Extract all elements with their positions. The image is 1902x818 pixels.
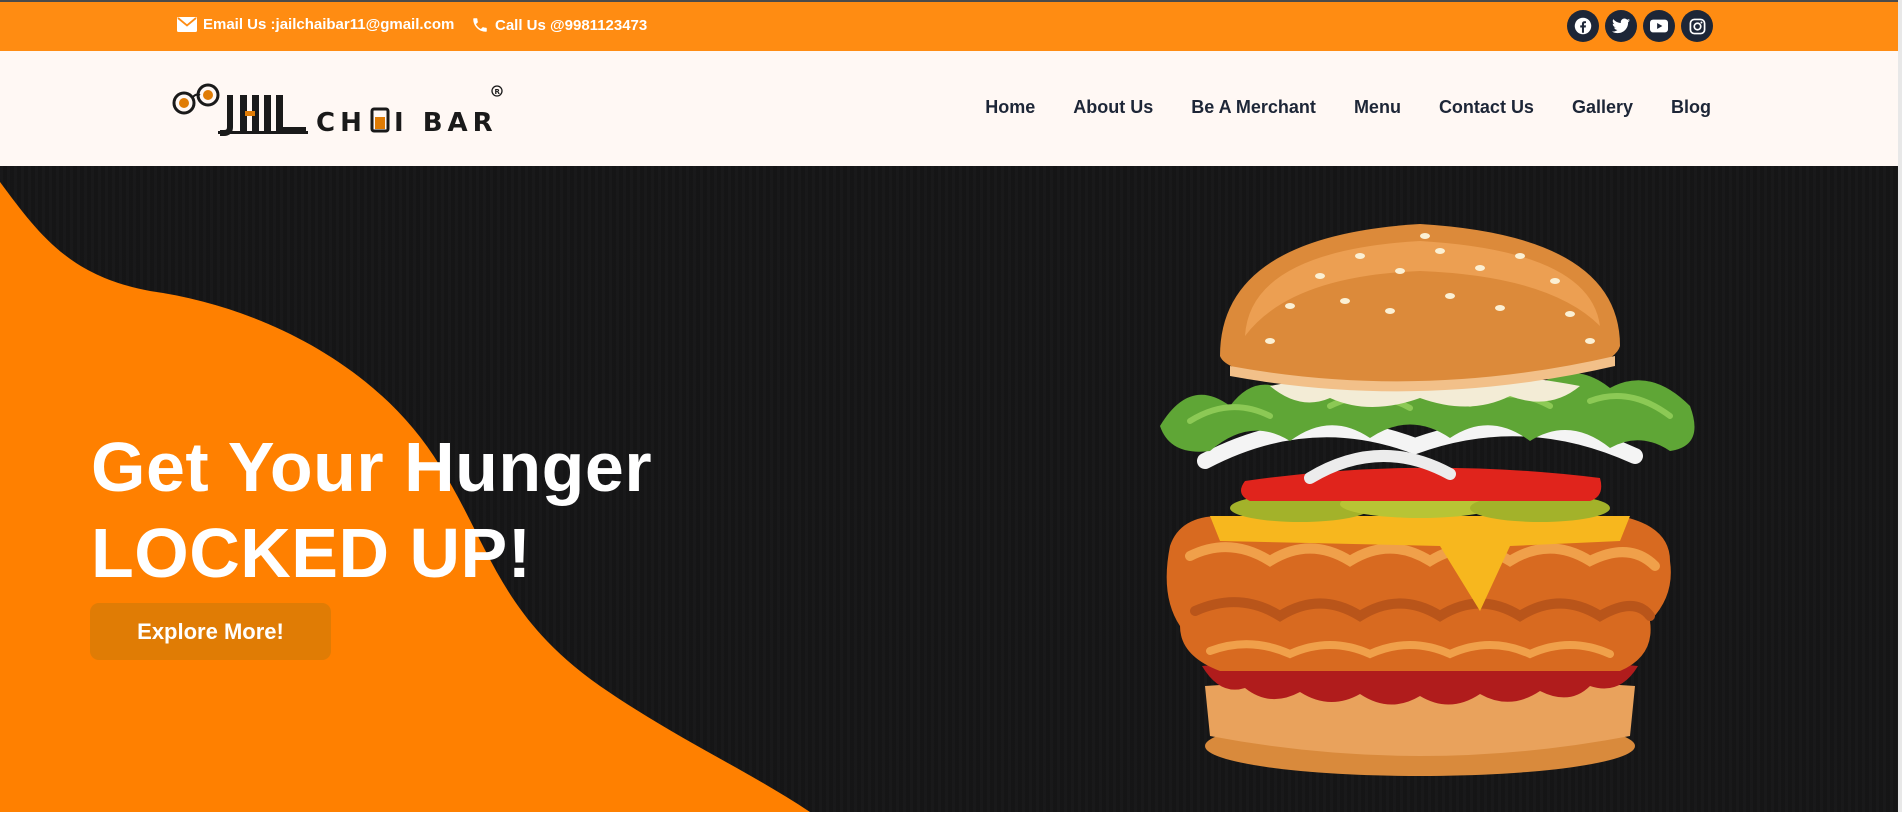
nav-contact-us[interactable]: Contact Us — [1439, 97, 1534, 118]
social-links — [1567, 10, 1713, 42]
instagram-icon — [1689, 18, 1705, 34]
jail-chai-bar-logo: CH I BAR R — [172, 83, 503, 138]
nav-about-us[interactable]: About Us — [1073, 97, 1153, 118]
top-bar: Email Us :jailchaibar11@gmail.com Call U… — [0, 0, 1902, 51]
phone-icon — [473, 18, 487, 32]
email-contact[interactable]: Email Us :jailchaibar11@gmail.com — [177, 16, 454, 33]
svg-text:R: R — [495, 88, 501, 96]
twitter-link[interactable] — [1605, 10, 1637, 42]
burger-image — [1160, 224, 1695, 776]
nav-blog[interactable]: Blog — [1671, 97, 1711, 118]
facebook-icon — [1574, 17, 1592, 35]
explore-more-button[interactable]: Explore More! — [90, 603, 331, 660]
nav-be-a-merchant[interactable]: Be A Merchant — [1191, 97, 1316, 118]
phone-text: Call Us @9981123473 — [495, 16, 648, 34]
page-scrollbar[interactable] — [1898, 0, 1902, 812]
email-text: Email Us :jailchaibar11@gmail.com — [203, 16, 455, 33]
facebook-link[interactable] — [1567, 10, 1599, 42]
main-nav: Home About Us Be A Merchant Menu Contact… — [985, 97, 1711, 118]
site-header: CH I BAR R Home About Us Be A Merchant M… — [0, 51, 1902, 166]
youtube-icon — [1650, 19, 1668, 33]
brand-logo[interactable]: CH I BAR R — [170, 81, 506, 138]
hero-banner: Get Your Hunger LOCKED UP! Explore More! — [0, 166, 1902, 812]
twitter-icon — [1612, 18, 1630, 34]
nav-menu[interactable]: Menu — [1354, 97, 1401, 118]
svg-text:CH: CH — [316, 108, 367, 137]
nav-home[interactable]: Home — [985, 97, 1035, 118]
nav-gallery[interactable]: Gallery — [1572, 97, 1633, 118]
instagram-link[interactable] — [1681, 10, 1713, 42]
page: Email Us :jailchaibar11@gmail.com Call U… — [0, 0, 1902, 818]
youtube-link[interactable] — [1643, 10, 1675, 42]
svg-text:I BAR: I BAR — [394, 108, 498, 137]
hero-headline: Get Your Hunger LOCKED UP! — [91, 424, 652, 596]
headline-line-2: LOCKED UP! — [91, 514, 532, 592]
headline-line-1: Get Your Hunger — [91, 428, 653, 506]
phone-contact[interactable]: Call Us @9981123473 — [471, 16, 647, 34]
envelope-icon — [177, 17, 197, 32]
